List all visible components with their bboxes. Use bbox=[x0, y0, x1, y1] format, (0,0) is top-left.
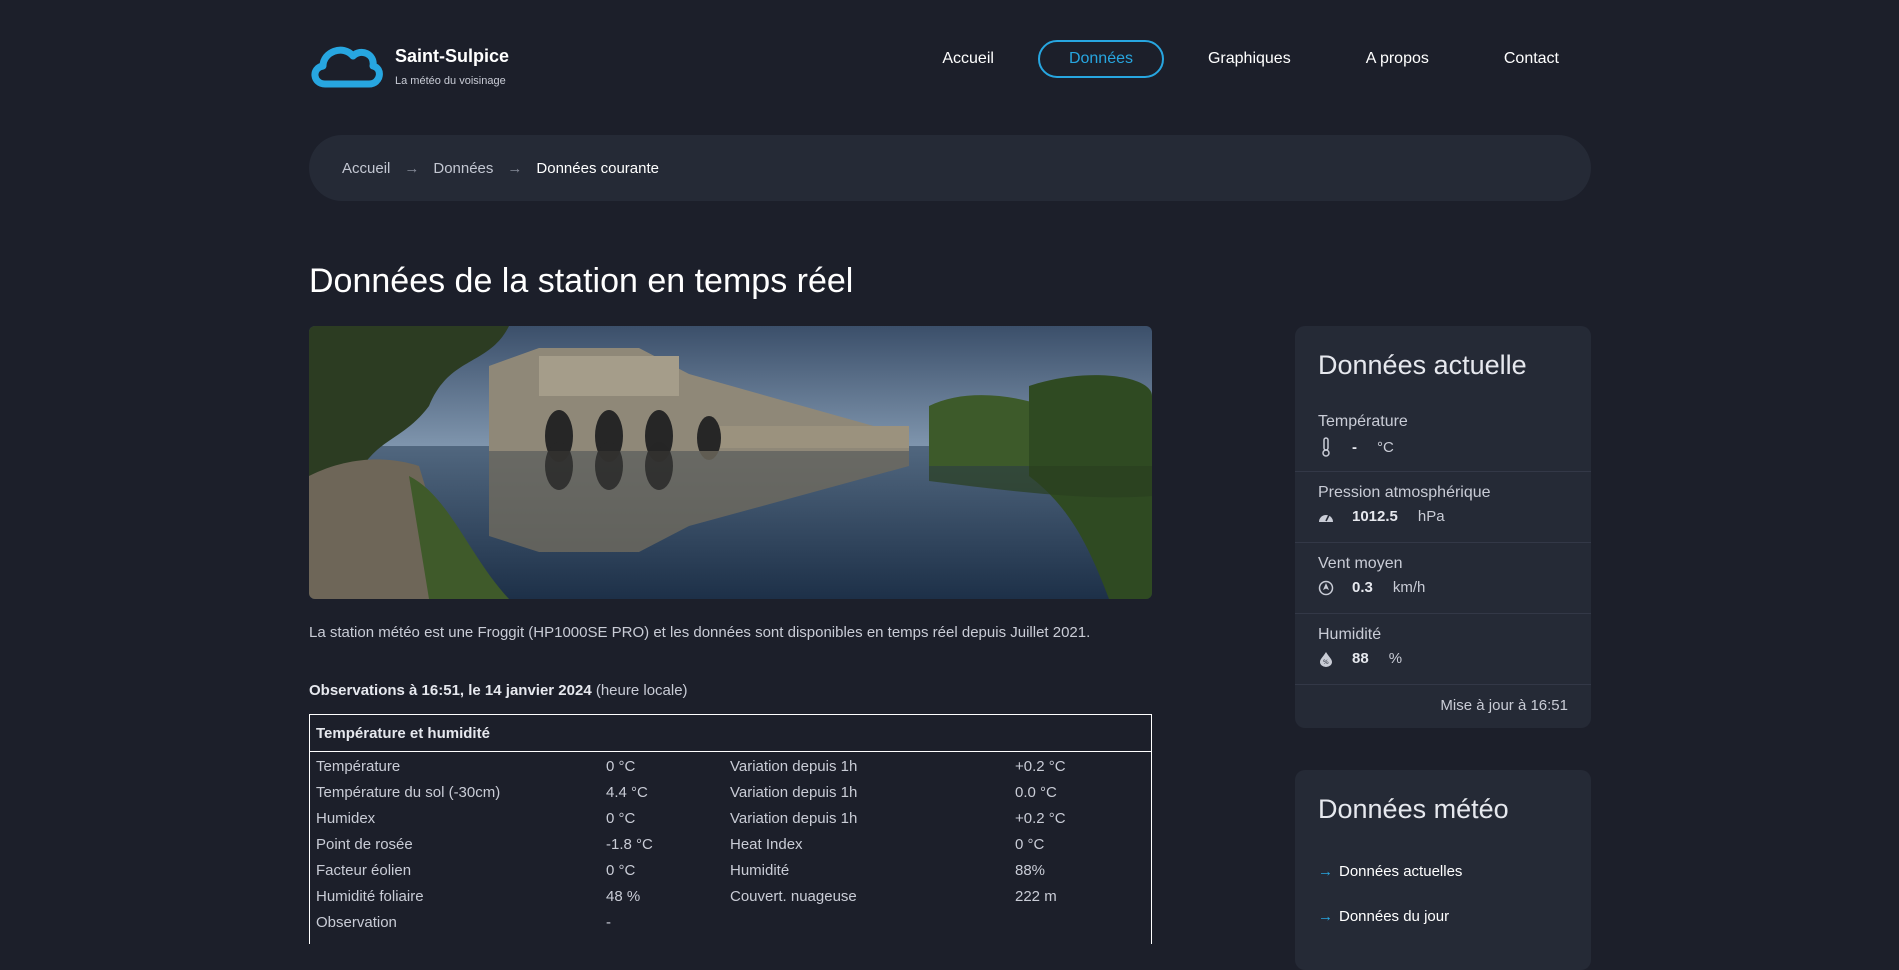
row-value: +0.2 °C bbox=[1015, 758, 1066, 775]
table-row: Température du sol (-30cm) 4.4 °C Variat… bbox=[310, 778, 1151, 804]
metric-pressure: Pression atmosphérique 1012.5 hPa bbox=[1295, 472, 1591, 543]
row-value: 0 °C bbox=[606, 862, 636, 879]
nav-accueil[interactable]: Accueil bbox=[911, 40, 1025, 78]
row-value: 88% bbox=[1015, 862, 1046, 879]
metric-unit: km/h bbox=[1392, 579, 1426, 596]
row-value: 222 m bbox=[1015, 888, 1057, 905]
row-value: 0 °C bbox=[606, 758, 636, 775]
card-title: Données actuelle bbox=[1318, 350, 1527, 380]
breadcrumb-donnees[interactable]: Données bbox=[433, 160, 493, 177]
row-label: Point de rosée bbox=[316, 836, 413, 853]
gauge-icon bbox=[1318, 510, 1334, 524]
page-title: Données de la station en temps réel bbox=[309, 262, 854, 300]
metric-value: 1012.5 bbox=[1352, 508, 1398, 525]
table-row: Observation - bbox=[310, 908, 1151, 934]
row-label: Variation depuis 1h bbox=[730, 810, 858, 827]
row-label: Température du sol (-30cm) bbox=[316, 784, 501, 801]
row-value: 0.0 °C bbox=[1015, 784, 1057, 801]
metric-wind: Vent moyen 0.3 km/h bbox=[1295, 543, 1591, 614]
table-row: Point de rosée -1.8 °C Heat Index 0 °C bbox=[310, 830, 1151, 856]
metric-unit: % bbox=[1388, 650, 1403, 667]
meteo-data-card: Données météo → Données actuelles → Donn… bbox=[1295, 770, 1591, 970]
row-label: Heat Index bbox=[730, 836, 803, 853]
breadcrumb-accueil[interactable]: Accueil bbox=[342, 160, 390, 177]
metric-label: Vent moyen bbox=[1318, 555, 1403, 572]
main-nav: Accueil Données Graphiques A propos Cont… bbox=[898, 40, 1591, 78]
observation-suffix: (heure locale) bbox=[591, 682, 688, 699]
row-value: 0 °C bbox=[1015, 836, 1045, 853]
table-row: Humidex 0 °C Variation depuis 1h +0.2 °C bbox=[310, 804, 1151, 830]
brand-tagline: La météo du voisinage bbox=[395, 75, 506, 87]
metric-temperature: Température - °C bbox=[1295, 401, 1591, 472]
table-title: Température et humidité bbox=[310, 715, 1151, 752]
metric-label: Humidité bbox=[1318, 626, 1382, 643]
metric-label: Pression atmosphérique bbox=[1318, 484, 1491, 501]
site-logo[interactable]: Saint-Sulpice La météo du voisinage bbox=[309, 38, 509, 90]
link-label[interactable]: Données actuelles bbox=[1339, 863, 1462, 880]
metric-value: - bbox=[1352, 438, 1357, 456]
row-label: Humidité foliaire bbox=[316, 888, 424, 905]
observation-datetime: Observations à 16:51, le 14 janvier 2024 bbox=[309, 682, 592, 699]
wind-icon bbox=[1318, 580, 1334, 596]
brand-name: Saint-Sulpice bbox=[395, 46, 510, 66]
row-label: Température bbox=[316, 758, 401, 775]
row-label: Humidex bbox=[316, 810, 376, 827]
row-label: Variation depuis 1h bbox=[730, 784, 858, 801]
current-data-card: Données actuelle Température - °C Pressi… bbox=[1295, 326, 1591, 728]
row-value: -1.8 °C bbox=[606, 836, 653, 853]
row-label: Humidité bbox=[730, 862, 790, 879]
intro-text: La station météo est une Froggit (HP1000… bbox=[309, 624, 1091, 641]
table-row: Humidité foliaire 48 % Couvert. nuageuse… bbox=[310, 882, 1151, 908]
metric-unit: °C bbox=[1377, 438, 1394, 456]
temperature-table: Température et humidité Température 0 °C… bbox=[309, 714, 1152, 944]
metric-unit: hPa bbox=[1417, 508, 1445, 525]
card-title: Données météo bbox=[1318, 794, 1509, 824]
table-row: Température 0 °C Variation depuis 1h +0.… bbox=[310, 752, 1151, 778]
svg-text:%: % bbox=[1323, 659, 1329, 666]
nav-contact[interactable]: Contact bbox=[1473, 40, 1591, 78]
nav-a-propos[interactable]: A propos bbox=[1335, 40, 1460, 78]
table-row: Facteur éolien 0 °C Humidité 88% bbox=[310, 856, 1151, 882]
link-label[interactable]: Données du jour bbox=[1339, 908, 1449, 925]
metric-label: Température bbox=[1318, 413, 1408, 430]
nav-donnees[interactable]: Données bbox=[1037, 40, 1164, 78]
observation-time: Observations à 16:51, le 14 janvier 2024… bbox=[309, 682, 688, 699]
chateau-image bbox=[309, 326, 1152, 599]
update-time: Mise à jour à 16:51 bbox=[1440, 697, 1568, 714]
row-value: 0 °C bbox=[606, 810, 636, 827]
arrow-right-icon: → bbox=[404, 159, 420, 177]
row-value: 4.4 °C bbox=[606, 784, 648, 801]
thermometer-icon bbox=[1318, 437, 1334, 457]
humidity-icon: % bbox=[1318, 651, 1334, 667]
metric-value: 0.3 bbox=[1352, 579, 1373, 596]
metric-humidity: Humidité % 88 % bbox=[1295, 614, 1591, 685]
row-label: Facteur éolien bbox=[316, 862, 412, 879]
link-donnees-actuelles[interactable]: → Données actuelles bbox=[1318, 863, 1568, 880]
row-label: Variation depuis 1h bbox=[730, 758, 858, 775]
arrow-right-icon: → bbox=[1318, 908, 1333, 925]
metric-value: 88 bbox=[1352, 650, 1369, 667]
cloud-icon bbox=[311, 46, 383, 88]
row-value: +0.2 °C bbox=[1015, 810, 1066, 827]
arrow-right-icon: → bbox=[1318, 863, 1333, 880]
link-donnees-du-jour[interactable]: → Données du jour bbox=[1318, 908, 1568, 925]
row-value: 48 % bbox=[606, 888, 641, 905]
breadcrumb: Accueil → Données → Données courante bbox=[309, 135, 1591, 201]
row-value: - bbox=[606, 914, 611, 931]
arrow-right-icon: → bbox=[507, 159, 523, 177]
nav-graphiques[interactable]: Graphiques bbox=[1177, 40, 1322, 78]
row-label: Observation bbox=[316, 914, 397, 931]
row-label: Couvert. nuageuse bbox=[730, 888, 857, 905]
breadcrumb-current: Données courante bbox=[536, 159, 659, 177]
